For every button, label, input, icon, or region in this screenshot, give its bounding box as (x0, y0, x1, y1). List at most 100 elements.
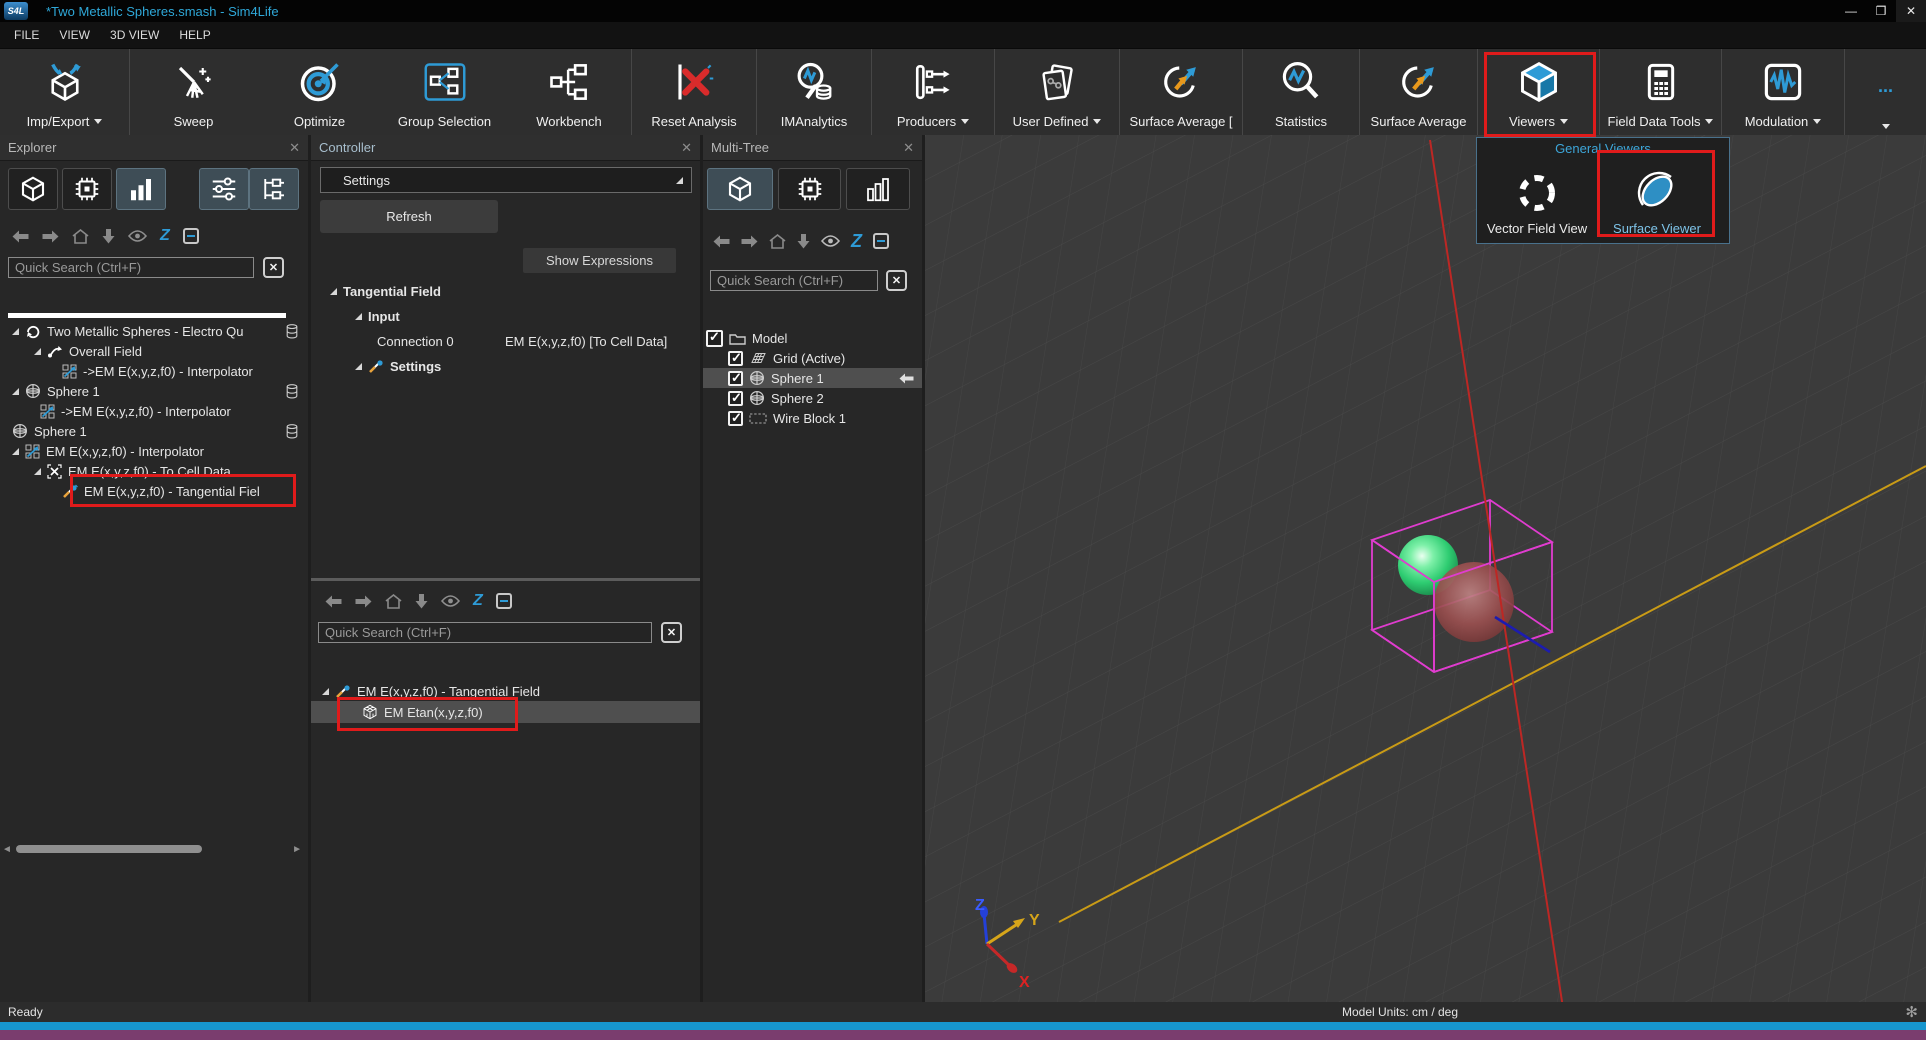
collapse-all-icon[interactable] (873, 233, 889, 249)
toolbar-modulation[interactable]: Modulation (1722, 49, 1845, 136)
tree-item[interactable]: Sphere 2 (703, 388, 922, 408)
back-icon[interactable] (713, 235, 730, 248)
tree-item[interactable]: Sphere 1 (0, 381, 308, 401)
toolbar-reset-analysis[interactable]: Reset Analysis (632, 49, 757, 136)
eye-icon[interactable] (128, 230, 147, 242)
forward-icon[interactable] (355, 595, 372, 608)
toolbar-overflow[interactable]: ... (1845, 49, 1926, 136)
close-icon[interactable]: ✕ (289, 140, 300, 156)
collapse-all-icon[interactable] (183, 228, 199, 244)
multitree-tab-simulation[interactable] (778, 168, 841, 210)
settings-dropdown[interactable]: Settings (320, 167, 692, 193)
red-sphere[interactable] (1434, 562, 1514, 642)
toolbar-optimize[interactable]: Optimize (257, 49, 382, 136)
checkbox[interactable] (728, 371, 743, 386)
close-icon[interactable]: ✕ (903, 140, 914, 156)
tree-item[interactable]: ->EM E(x,y,z,f0) - Interpolator (0, 361, 308, 381)
tree-item[interactable]: Sphere 1 (0, 421, 308, 441)
toolbar-viewers[interactable]: Viewers (1478, 49, 1600, 136)
scroll-left-icon[interactable]: ◄ (2, 844, 12, 855)
property-connection-value[interactable]: EM E(x,y,z,f0) [To Cell Data] (505, 331, 667, 351)
clear-search-icon[interactable]: ✕ (886, 270, 907, 291)
multitree-tab-analysis[interactable] (846, 168, 910, 210)
expander-icon[interactable] (355, 363, 362, 370)
down-arrow-icon[interactable] (415, 594, 428, 609)
eye-icon[interactable] (441, 595, 460, 607)
toolbar-group-selection[interactable]: Group Selection (382, 49, 507, 136)
checkbox[interactable] (728, 411, 743, 426)
forward-icon[interactable] (42, 230, 59, 243)
explorer-tab-filters[interactable] (199, 168, 249, 210)
back-icon[interactable] (12, 230, 29, 243)
property-settings[interactable]: Settings (355, 356, 441, 376)
toolbar-statistics[interactable]: Statistics (1243, 49, 1360, 136)
home-icon[interactable] (72, 229, 89, 244)
maximize-button[interactable]: ❒ (1866, 0, 1896, 22)
vector-field-view-item[interactable]: Vector Field View (1477, 158, 1597, 240)
multitree-tab-model[interactable] (707, 168, 773, 210)
z-order-icon[interactable]: Z (851, 231, 862, 252)
close-icon[interactable]: ✕ (681, 140, 692, 156)
tree-item[interactable]: EM E(x,y,z,f0) - Tangential Field (311, 681, 700, 701)
tree-item-selected[interactable]: Sphere 1 (703, 368, 922, 388)
collapse-all-icon[interactable] (496, 593, 512, 609)
menu-file[interactable]: FILE (6, 25, 47, 45)
toolbar-user-defined[interactable]: User Defined (995, 49, 1120, 136)
z-order-icon[interactable]: Z (160, 227, 170, 245)
home-icon[interactable] (769, 234, 786, 249)
clear-search-icon[interactable]: ✕ (263, 257, 284, 278)
toolbar-workbench[interactable]: Workbench (507, 49, 632, 136)
expander-icon[interactable] (12, 328, 19, 335)
explorer-hscrollbar[interactable]: ◄ ► (2, 843, 302, 855)
scrollbar-thumb[interactable] (16, 845, 202, 853)
toolbar-producers[interactable]: Producers (872, 49, 995, 136)
clear-search-icon[interactable]: ✕ (661, 622, 682, 643)
search-input[interactable] (710, 270, 878, 291)
expander-icon[interactable] (12, 388, 19, 395)
property-input[interactable]: Input (355, 306, 400, 326)
expander-icon[interactable] (34, 348, 41, 355)
tree-item[interactable]: Model (703, 328, 922, 348)
explorer-hscrollbar-top[interactable] (8, 313, 286, 318)
explorer-tab-tree-structure[interactable] (249, 168, 299, 210)
tree-item[interactable]: EM E(x,y,z,f0) - Interpolator (0, 441, 308, 461)
toolbar-surface-average[interactable]: Surface Average (1360, 49, 1478, 136)
menu-view[interactable]: VIEW (51, 25, 98, 45)
expander-icon[interactable] (322, 688, 329, 695)
surface-viewer-item[interactable]: Surface Viewer (1597, 158, 1717, 240)
down-arrow-icon[interactable] (102, 229, 115, 244)
expander-icon[interactable] (34, 468, 41, 475)
toolbar-imanalytics[interactable]: IMAnalytics (757, 49, 872, 136)
checkbox[interactable] (706, 330, 723, 347)
tree-item[interactable]: Two Metallic Spheres - Electro Qu (0, 321, 308, 341)
tree-item[interactable]: Overall Field (0, 341, 308, 361)
checkbox[interactable] (728, 391, 743, 406)
close-button[interactable]: ✕ (1896, 0, 1926, 22)
tree-item[interactable]: ->EM E(x,y,z,f0) - Interpolator (0, 401, 308, 421)
tree-item[interactable]: EM E(x,y,z,f0) - To Cell Data (0, 461, 308, 481)
splitter[interactable] (311, 578, 700, 581)
eye-icon[interactable] (821, 235, 840, 247)
explorer-tab-model[interactable] (8, 168, 58, 210)
back-icon[interactable] (325, 595, 342, 608)
home-icon[interactable] (385, 594, 402, 609)
explorer-tab-simulation[interactable] (62, 168, 112, 210)
tree-item[interactable]: Grid (Active) (703, 348, 922, 368)
show-expressions-button[interactable]: Show Expressions (523, 248, 676, 273)
menu-help[interactable]: HELP (171, 25, 218, 45)
expander-icon[interactable] (12, 448, 19, 455)
refresh-button[interactable]: Refresh (320, 200, 498, 233)
forward-icon[interactable] (741, 235, 758, 248)
minimize-button[interactable]: — (1836, 0, 1866, 22)
property-root[interactable]: Tangential Field (330, 281, 441, 301)
tree-item[interactable]: Wire Block 1 (703, 408, 922, 428)
scroll-right-icon[interactable]: ► (292, 844, 302, 855)
explorer-tab-analysis[interactable] (116, 168, 166, 210)
viewport-3d[interactable]: Z Y X (925, 135, 1926, 1002)
toolbar-surface-average-bracket[interactable]: Surface Average [ (1120, 49, 1243, 136)
checkbox[interactable] (728, 351, 743, 366)
z-order-icon[interactable]: Z (473, 592, 483, 610)
search-input[interactable] (318, 622, 652, 643)
toolbar-field-data-tools[interactable]: Field Data Tools (1600, 49, 1722, 136)
tree-item[interactable]: EM E(x,y,z,f0) - Tangential Fiel (0, 481, 308, 501)
